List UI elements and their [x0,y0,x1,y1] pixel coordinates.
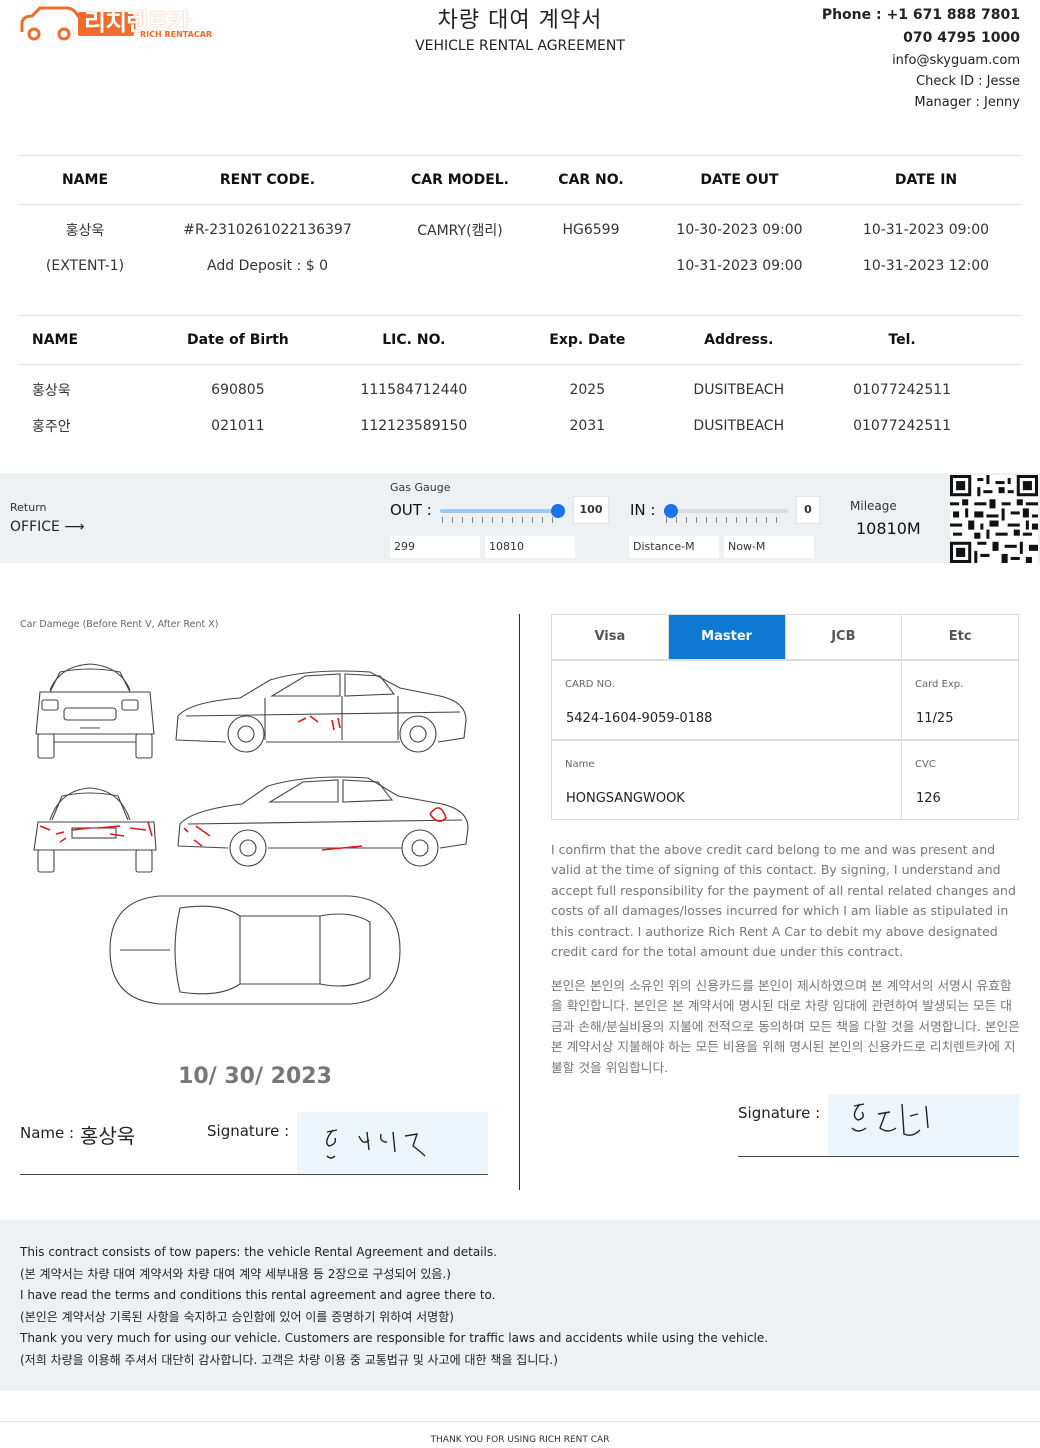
card-name-field[interactable]: Name HONGSANGWOOK [551,740,902,820]
section-divider [519,614,520,1190]
footer-line: I have read the terms and conditions thi… [20,1288,496,1303]
phone-secondary: 070 4795 1000 [903,30,1020,46]
consent-english: I confirm that the above credit card bel… [551,842,1016,960]
tab-etc[interactable]: Etc [902,615,1018,659]
col-driver-name: NAME [32,331,79,348]
contact-block: Phone : +1 671 888 7801 070 4795 1000 in… [822,4,1020,113]
card-cvc-field[interactable]: CVC 126 [901,740,1019,820]
card-number-field[interactable]: CARD NO. 5424-1604-9059-0188 [551,660,902,740]
card-exp-field[interactable]: Card Exp. 11/25 [901,660,1019,740]
in-slider-ticks [666,517,784,523]
table-row: (EXTENT-1) Add Deposit : $ 0 10-31-2023 … [45,258,990,274]
tab-visa[interactable]: Visa [552,615,669,659]
out-slider[interactable] [440,504,565,523]
col-lic-no: LIC. NO. [382,331,446,348]
card-number-value: 5424-1604-9059-0188 [566,711,713,726]
signature-line [20,1174,488,1175]
qr-code-icon [950,475,1038,563]
card-name-label: Name [565,759,595,770]
email: info@skyguam.com [892,53,1020,68]
footer-line: Thank you very much for using our vehicl… [20,1331,769,1346]
table-row: 홍상욱 #R-2310261022136397 CAMRY(캠리) HG6599… [65,222,990,239]
manager: Manager : Jenny [914,95,1020,110]
name-label: Name : [20,1124,75,1142]
col-dob: Date of Birth [187,331,289,348]
tab-jcb[interactable]: JCB [786,615,903,659]
rental-table: NAME RENT CODE. CAR MODEL. CAR NO. DATE … [20,156,1020,284]
card-cvc-value: 126 [916,791,941,806]
gauge-bar: Return OFFICE ⟶ Gas Gauge OUT : 100 IN :… [0,473,1040,563]
col-car-model: CAR MODEL. [410,171,510,188]
col-tel: Tel. [888,331,916,348]
in-value[interactable]: 0 [796,496,820,524]
out-value[interactable]: 100 [573,496,609,524]
footer-line: (저희 차량을 이용해 주셔서 대단히 감사합니다. 고객은 차량 이용 중 교… [20,1352,558,1367]
footer-line: (본인은 계약서상 기록된 사항을 숙지하고 승인함에 있어 이를 증명하기 위… [20,1309,454,1324]
renter-signature-pad[interactable] [297,1112,488,1174]
signature-drawing [326,1129,426,1159]
car-diagram-icon[interactable] [20,650,490,1030]
tab-master[interactable]: Master [668,615,786,659]
damage-date: 10/ 30/ 2023 [178,1064,332,1089]
card-exp-label: Card Exp. [915,679,964,690]
col-rent-code: RENT CODE. [219,171,316,188]
in-slider-track [664,509,788,513]
divider [0,1421,1040,1422]
thanks-text: THANK YOU FOR USING RICH RENT CAR [430,1435,610,1445]
col-name: NAME [61,171,109,188]
card-cvc-label: CVC [915,759,936,770]
col-exp-date: Exp. Date [549,331,626,348]
table-row: 홍주안 021011 112123589150 2031 DUSITBEACH … [32,418,952,435]
in-label: IN : [630,501,656,519]
footer-line: This contract consists of tow papers: th… [20,1245,497,1259]
col-date-out: DATE OUT [700,171,779,188]
signature-drawing [851,1103,929,1137]
return-label: Return [10,501,47,514]
drivers-table: NAME Date of Birth LIC. NO. Exp. Date Ad… [20,316,1020,444]
footer-notes: This contract consists of tow papers: th… [0,1220,1040,1391]
signature-label: Signature : [207,1122,290,1140]
out-slider-handle[interactable] [551,504,565,518]
card-exp-value: 11/25 [916,711,954,726]
damage-caption: Car Damege (Before Rent V, After Rent X) [20,619,219,630]
mileage-value: 10810M [856,519,921,538]
consent-korean: 본인은 본인의 소유인 위의 신용카드를 본인이 제시하였으며 본 계약서의 서… [551,978,1020,1075]
card-signature-label: Signature : [738,1104,821,1122]
damage-marks [39,715,447,851]
out-slider-ticks [442,517,554,523]
in-now-field[interactable]: Now-M [724,536,814,558]
card-type-tabs: Visa Master JCB Etc [551,614,1019,660]
phone: Phone : +1 671 888 7801 [821,7,1020,23]
return-value: OFFICE [10,519,60,535]
arrow-right-icon: ⟶ [64,519,85,535]
out-now-field[interactable]: 10810 [485,536,575,558]
table-row: 홍상욱 690805 111584712440 2025 DUSITBEACH … [32,382,952,399]
out-slider-track [440,509,558,513]
card-name-value: HONGSANGWOOK [566,791,685,806]
col-car-no: CAR NO. [558,171,624,188]
cardholder-signature-pad[interactable] [828,1094,1019,1156]
return-location: OFFICE ⟶ [10,519,84,535]
in-slider-handle[interactable] [664,504,678,518]
out-distance-field[interactable]: 299 [390,536,480,558]
name-value: 홍상욱 [80,1124,136,1148]
card-signature-line [738,1156,1019,1157]
card-number-label: CARD NO. [565,679,615,690]
out-label: OUT : [390,501,432,519]
col-address: Address. [704,331,774,348]
gas-gauge-label: Gas Gauge [390,481,451,494]
check-id: Check ID : Jesse [916,74,1020,89]
mileage-label: Mileage [850,499,897,513]
footer-line: (본 계약서는 차량 대여 계약서와 차량 대여 계약 세부내용 등 2장으로 … [20,1266,451,1281]
in-slider[interactable] [664,504,788,523]
col-date-in: DATE IN [894,171,958,188]
in-distance-field[interactable]: Distance-M [629,536,719,558]
